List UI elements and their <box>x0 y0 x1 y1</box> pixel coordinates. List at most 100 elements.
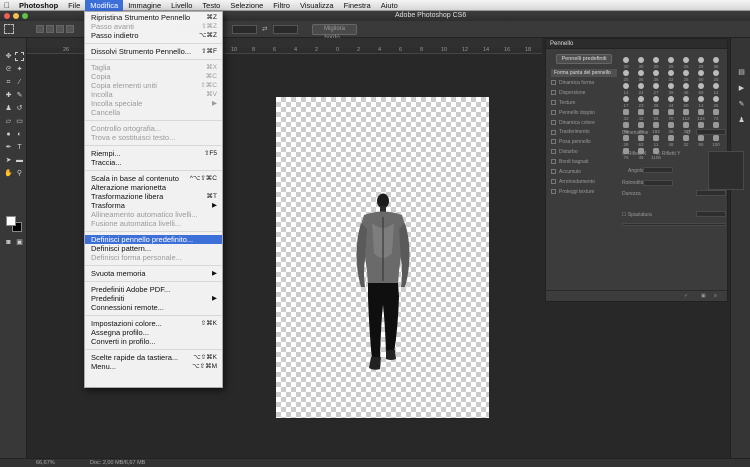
menu-modifica[interactable]: Modifica <box>85 0 124 11</box>
brush-panel-icon[interactable]: ✎ <box>737 100 746 109</box>
panel-menu-icon[interactable]: ≡ <box>714 293 717 299</box>
type-tool-icon[interactable]: T <box>15 143 24 152</box>
menu-visualizza[interactable]: Visualizza <box>295 0 339 11</box>
height-field[interactable] <box>273 25 298 34</box>
flip-y-label[interactable]: ☐ Rifletti Y <box>656 151 680 157</box>
brush-tip-preset[interactable]: 36 <box>664 121 678 135</box>
brush-option-item[interactable]: Dinamica forma <box>551 79 617 87</box>
brush-tip-preset[interactable]: 36 <box>649 69 663 83</box>
menu-item[interactable]: Menu... ⌥⇧⌘M <box>85 362 222 371</box>
brush-tip-preset[interactable]: 63 <box>634 134 648 148</box>
hand-tool-icon[interactable]: ✋ <box>4 169 13 178</box>
brush-tip-preset[interactable]: 30 <box>634 56 648 70</box>
history-brush-icon[interactable]: ↺ <box>15 104 24 113</box>
brush-tip-preset[interactable]: 33 <box>619 108 633 122</box>
checkbox[interactable] <box>551 129 556 135</box>
menu-finestra[interactable]: Finestra <box>339 0 376 11</box>
eyedropper-icon[interactable]: ⁄ <box>15 78 24 87</box>
checkbox[interactable] <box>551 89 556 95</box>
brush-tip-preset[interactable]: 42 <box>634 108 648 122</box>
brush-tip-preset[interactable]: 60 <box>679 95 693 109</box>
healing-brush-icon[interactable]: ✚ <box>4 91 13 100</box>
checkbox[interactable] <box>551 179 556 185</box>
menu-item[interactable]: Converti in profilo... <box>85 337 222 346</box>
brush-option-item[interactable]: Dinamica colore <box>551 119 617 127</box>
angle-field[interactable] <box>643 167 673 173</box>
magic-wand-icon[interactable]: ✦ <box>15 65 24 74</box>
quick-mask-icon[interactable]: ◙ <box>4 238 13 247</box>
brush-tool-icon[interactable]: ✎ <box>15 91 24 100</box>
brush-tip-preset[interactable]: 30 <box>619 56 633 70</box>
menu-selezione[interactable]: Selezione <box>225 0 268 11</box>
swap-icon[interactable]: ⇄ <box>262 25 267 33</box>
menu-item[interactable]: Traccia... <box>85 158 222 167</box>
brush-tip-preset[interactable]: 32 <box>679 134 693 148</box>
brush-tip-preset[interactable]: 36 <box>709 56 723 70</box>
checkbox[interactable] <box>551 109 556 115</box>
brush-tip-preset[interactable]: 100 <box>709 134 723 148</box>
zoom-level[interactable]: 66,67% <box>36 460 55 466</box>
toggle-bristle-preview-icon[interactable]: ✓ <box>684 293 688 299</box>
move-tool-icon[interactable]: ✥ <box>4 52 13 61</box>
blur-tool-icon[interactable]: ● <box>4 130 13 139</box>
width-field[interactable] <box>232 25 257 34</box>
brush-tip-preset[interactable]: 39 <box>619 134 633 148</box>
menu-testo[interactable]: Testo <box>197 0 225 11</box>
rectangle-tool-icon[interactable]: ▬ <box>15 156 24 165</box>
apple-icon[interactable]:  <box>0 1 14 10</box>
menu-item[interactable]: Scelte rapide da tastiera... ⌥⇧⌘K <box>85 353 222 362</box>
brush-option-item[interactable]: Arrotondamento <box>551 178 617 186</box>
brush-tip-preset[interactable]: 36 <box>649 95 663 109</box>
menu-item[interactable]: Assegna profilo... <box>85 328 222 337</box>
checkbox[interactable] <box>551 169 556 175</box>
brush-option-item[interactable]: Forma punta del pennello <box>551 69 617 77</box>
subtract-selection-icon[interactable] <box>56 25 64 33</box>
brush-tip-preset[interactable]: 25 <box>664 56 678 70</box>
gradient-tool-icon[interactable]: ▭ <box>15 117 24 126</box>
spacing-slider[interactable] <box>622 223 726 226</box>
roundness-field[interactable] <box>643 180 673 186</box>
hardness-field[interactable] <box>696 190 726 196</box>
eraser-icon[interactable]: ▱ <box>4 117 13 126</box>
brush-tip-preset[interactable]: 17 <box>619 95 633 109</box>
brush-tip-preset[interactable]: 112 <box>679 108 693 122</box>
checkbox[interactable] <box>551 99 556 105</box>
dimension-field[interactable] <box>696 129 726 135</box>
menu-item[interactable]: Svuota memoria ▶ <box>85 269 222 278</box>
menu-item[interactable]: Ripristina Strumento Pennello ⌘Z <box>85 13 222 22</box>
intersect-selection-icon[interactable] <box>66 25 74 33</box>
actions-panel-icon[interactable]: ▶ <box>737 84 746 93</box>
brush-option-item[interactable]: Pennello doppio <box>551 109 617 117</box>
brush-tip-preset[interactable]: 192 <box>649 121 663 135</box>
brush-tip-preset[interactable]: 26 <box>709 95 723 109</box>
menu-photoshop[interactable]: Photoshop <box>14 0 63 11</box>
brush-tip-preset[interactable]: 134 <box>694 108 708 122</box>
zoom-window-icon[interactable] <box>22 13 28 19</box>
brush-presets-button[interactable]: Pennelli predefiniti <box>556 54 612 64</box>
brush-tip-preset[interactable]: 74 <box>709 108 723 122</box>
menu-file[interactable]: File <box>63 0 85 11</box>
brush-option-item[interactable]: Bordi bagnati <box>551 158 617 166</box>
menu-item[interactable]: Alterazione marionetta <box>85 183 222 192</box>
marquee-tool-icon[interactable] <box>15 52 24 61</box>
brush-tip-preset[interactable]: 46 <box>679 82 693 96</box>
checkbox[interactable] <box>551 80 556 86</box>
menu-item[interactable]: Riempi... ⇧F5 <box>85 149 222 158</box>
pen-tool-icon[interactable]: ✒ <box>4 143 13 152</box>
menu-item[interactable]: Connessioni remote... <box>85 303 222 312</box>
menu-item[interactable]: Passo indietro ⌥⌘Z <box>85 31 222 40</box>
screen-mode-icon[interactable]: ▣ <box>15 238 24 247</box>
menu-item[interactable]: Predefiniti Adobe PDF... <box>85 285 222 294</box>
brush-tip-preset[interactable]: 48 <box>664 134 678 148</box>
menu-aiuto[interactable]: Aiuto <box>376 0 403 11</box>
brush-option-item[interactable]: Posa pennello <box>551 138 617 146</box>
refine-edge-button[interactable]: Migliora bordo... <box>312 24 357 41</box>
checkbox[interactable] <box>551 149 556 155</box>
brush-tip-preset[interactable]: 50 <box>694 69 708 83</box>
crop-tool-icon[interactable]: ⌗ <box>4 78 13 87</box>
brush-option-item[interactable]: Trasferimento <box>551 128 617 136</box>
brush-tip-preset[interactable]: 14 <box>619 82 633 96</box>
brush-tip-preset[interactable]: 59 <box>694 82 708 96</box>
brush-tip-preset[interactable]: 23 <box>634 95 648 109</box>
brush-tip-preset[interactable]: 32 <box>664 69 678 83</box>
